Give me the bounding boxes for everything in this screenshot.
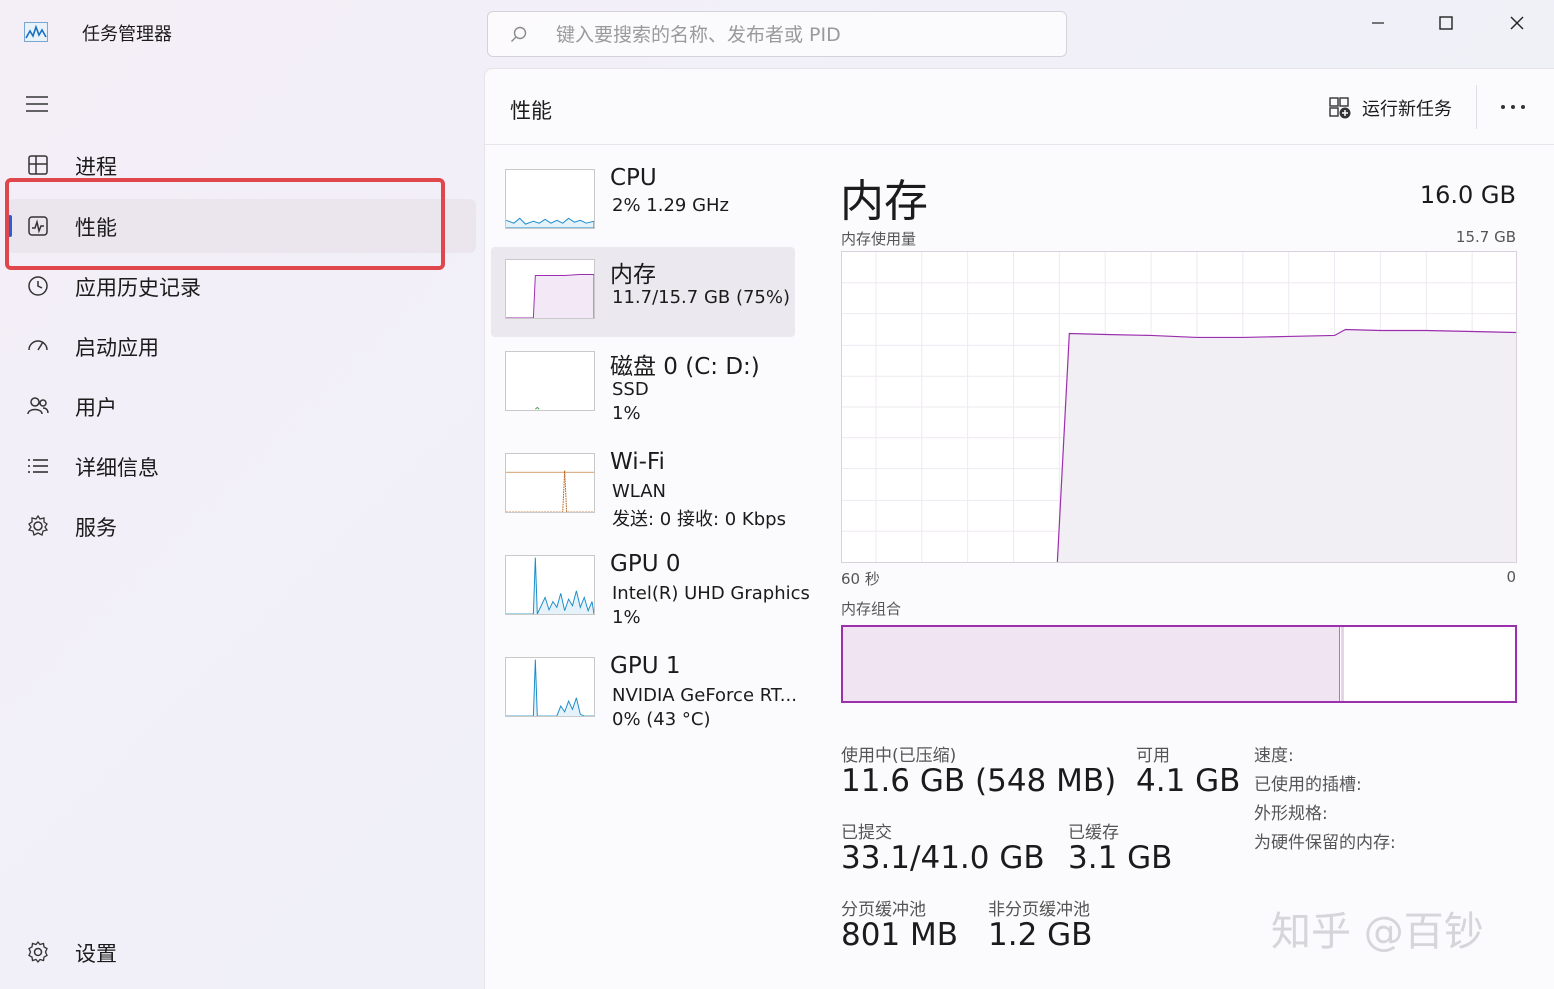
memory-composition-bar [841, 625, 1517, 703]
stat-paged-pool-value: 801 MB [841, 917, 959, 953]
device-detail: 1% [612, 607, 641, 628]
users-icon [27, 397, 49, 415]
sidebar-item-services[interactable]: 服务 [8, 499, 476, 553]
memory-composition-label: 内存组合 [841, 600, 902, 618]
memory-usage-max: 15.7 GB [1455, 228, 1516, 246]
startup-icon [28, 340, 48, 351]
gear-icon [28, 940, 48, 964]
maximize-icon [1439, 16, 1453, 30]
processes-icon [28, 155, 48, 175]
stat-nonpaged-pool-value: 1.2 GB [988, 917, 1093, 953]
gpu1-thumbnail-graph [505, 657, 595, 717]
close-icon [1510, 16, 1524, 30]
performance-icon [28, 216, 48, 236]
stat-cached-value: 3.1 GB [1068, 840, 1173, 876]
sidebar-item-label: 用户 [75, 396, 117, 420]
prop-hw-reserved-label: 为硬件保留的内存: [1254, 833, 1396, 853]
disk-thumbnail-graph [505, 351, 595, 411]
run-new-task-label: 运行新任务 [1362, 99, 1452, 120]
main-panel: 性能 运行新任务 CPU 2% 1.29 GHz 内存 11.7/15.7 GB… [484, 68, 1554, 989]
memory-total: 16.0 GB [1419, 181, 1516, 209]
app-title: 任务管理器 [82, 24, 172, 45]
more-options-button[interactable] [1495, 95, 1531, 119]
details-icon [28, 459, 48, 473]
graph-time-left: 60 秒 [841, 570, 880, 588]
search-input[interactable] [556, 20, 1036, 50]
device-memory[interactable]: 内存 11.7/15.7 GB (75%) [491, 247, 795, 337]
maximize-button[interactable] [1411, 0, 1481, 46]
more-icon [1501, 105, 1525, 109]
cpu-thumbnail-graph [505, 169, 595, 229]
task-manager-icon [24, 22, 48, 42]
sidebar-item-label: 进程 [75, 155, 117, 179]
memory-in-use-segment [843, 627, 1341, 701]
device-name: 磁盘 0 (C: D:) [610, 354, 760, 380]
device-detail: 发送: 0 接收: 0 Kbps [612, 509, 786, 530]
hamburger-menu-icon[interactable] [24, 92, 52, 116]
minimize-icon [1372, 22, 1384, 24]
device-name: 内存 [610, 262, 656, 288]
header-divider [1476, 85, 1477, 129]
device-detail: 0% (43 °C) [612, 709, 711, 730]
stat-in-use-value: 11.6 GB (548 MB) [841, 763, 1117, 799]
sidebar-item-app-history[interactable]: 应用历史记录 [8, 259, 476, 313]
watermark: 知乎 @百钞 [1271, 909, 1484, 955]
device-name: GPU 0 [610, 551, 681, 577]
device-name: Wi-Fi [610, 449, 665, 475]
device-gpu-1[interactable]: GPU 1 NVIDIA GeForce RT... 0% (43 °C) [491, 645, 797, 735]
sidebar-item-users[interactable]: 用户 [8, 379, 476, 433]
graph-time-right: 0 [1506, 568, 1516, 586]
minimize-button[interactable] [1343, 0, 1413, 46]
device-wifi[interactable]: Wi-Fi WLAN 发送: 0 接收: 0 Kbps [491, 441, 795, 531]
device-cpu[interactable]: CPU 2% 1.29 GHz [491, 157, 795, 247]
memory-thumbnail-graph [505, 259, 595, 319]
sidebar-item-label: 应用历史记录 [75, 276, 201, 300]
sidebar-item-startup[interactable]: 启动应用 [8, 319, 476, 373]
services-icon [27, 514, 49, 536]
sidebar-item-processes[interactable]: 进程 [8, 138, 476, 192]
memory-usage-graph [841, 251, 1517, 563]
close-button[interactable] [1482, 0, 1552, 46]
device-disk-0[interactable]: 磁盘 0 (C: D:) SSD 1% [491, 339, 795, 429]
device-detail: SSD [612, 379, 649, 400]
search-icon [511, 26, 527, 42]
device-detail: 11.7/15.7 GB (75%) [612, 287, 791, 308]
main-header: 性能 运行新任务 [485, 69, 1554, 145]
prop-speed-label: 速度: [1254, 746, 1294, 766]
prop-form-factor-label: 外形规格: [1254, 804, 1328, 824]
memory-title: 内存 [840, 176, 928, 227]
device-detail: Intel(R) UHD Graphics [612, 583, 810, 604]
sidebar: 进程 性能 应用历史记录 启动应用 用户 详细信息 服务 设置 [0, 68, 484, 989]
page-title: 性能 [510, 99, 552, 123]
sidebar-item-label: 服务 [75, 516, 117, 540]
new-task-icon [1329, 97, 1351, 119]
device-name: GPU 1 [610, 653, 681, 679]
gpu0-thumbnail-graph [505, 555, 595, 615]
title-bar: 任务管理器 [0, 0, 1554, 68]
sidebar-item-label: 性能 [75, 216, 117, 240]
device-name: CPU [610, 165, 657, 191]
prop-slots-label: 已使用的插槽: [1254, 775, 1362, 795]
sidebar-item-label: 详细信息 [75, 456, 159, 480]
sidebar-item-details[interactable]: 详细信息 [8, 439, 476, 493]
stat-available-value: 4.1 GB [1136, 763, 1241, 799]
run-new-task-button[interactable]: 运行新任务 [1328, 93, 1452, 123]
search-box[interactable] [487, 11, 1067, 57]
sidebar-item-settings[interactable]: 设置 [8, 925, 476, 979]
device-detail: 1% [612, 403, 641, 424]
device-gpu-0[interactable]: GPU 0 Intel(R) UHD Graphics 1% [491, 543, 810, 633]
device-detail: 2% 1.29 GHz [612, 195, 730, 216]
memory-modified-segment [1341, 627, 1345, 701]
sidebar-item-label: 设置 [75, 942, 117, 966]
sidebar-item-performance[interactable]: 性能 [8, 199, 476, 253]
device-detail: NVIDIA GeForce RT... [612, 685, 797, 706]
device-detail: WLAN [612, 481, 667, 502]
memory-usage-label: 内存使用量 [841, 230, 917, 248]
stat-committed-value: 33.1/41.0 GB [841, 840, 1045, 876]
sidebar-item-label: 启动应用 [75, 336, 159, 360]
history-icon [28, 276, 48, 296]
wifi-thumbnail-graph [505, 453, 595, 513]
